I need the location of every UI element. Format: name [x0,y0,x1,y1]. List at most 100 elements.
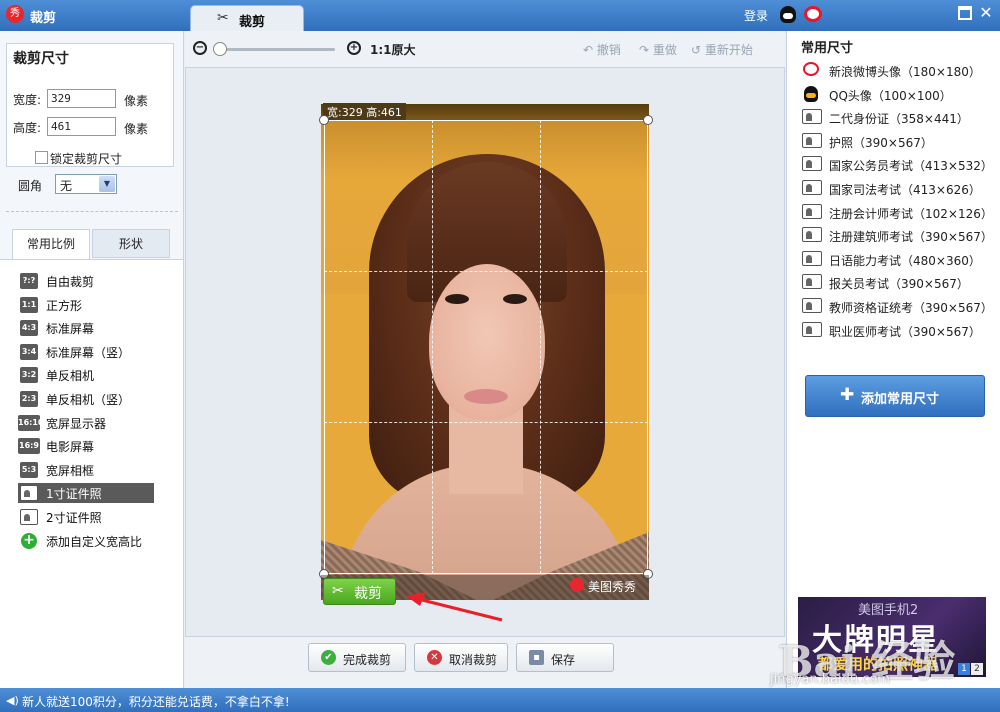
crop-rectangle[interactable] [324,120,648,574]
ratio-item-label: 添加自定义宽高比 [46,534,143,549]
ratio-item-label: 宽屏相框 [46,463,95,478]
save-label: 保存 [551,653,576,667]
chevron-down-icon[interactable]: ▼ [99,176,115,192]
ratio-icon: 16:10 [18,414,43,431]
id-photo-icon [802,203,822,219]
height-input[interactable]: 461 [47,117,116,136]
preset-size-label: 护照（390×567） [829,135,933,150]
crop-size-title: 裁剪尺寸 [13,51,69,67]
preset-size-item[interactable]: 报关员考试（390×567） [800,273,990,293]
preset-size-label: QQ头像（100×100） [829,88,952,103]
ratio-item[interactable]: + 添加自定义宽高比 [18,531,154,551]
ratio-icon: ?:? [20,273,38,289]
app-title: 裁剪 [30,11,57,26]
scissors-icon: ✂ [332,583,344,599]
width-unit: 像素 [124,94,149,108]
crop-dimension-label: 宽:329 高:461 [323,103,406,121]
ratio-icon: 3:4 [20,343,38,360]
finish-crop-button[interactable]: ✔ 完成裁剪 [308,643,406,672]
ratio-item[interactable]: 3:4 标准屏幕（竖） [18,342,154,362]
qq-login-icon[interactable] [780,6,796,23]
id-photo-icon [802,109,822,125]
ratio-item[interactable]: 4:3 标准屏幕 [18,318,154,338]
ad-page-2[interactable]: 2 [971,663,983,675]
finish-crop-label: 完成裁剪 [343,653,392,667]
ratio-item[interactable]: 3:2 单反相机 [18,365,154,385]
tab-crop[interactable]: ✂ 裁剪 [190,5,304,31]
lock-size-label[interactable]: 锁定裁剪尺寸 [50,150,122,167]
check-icon: ✔ [321,650,336,665]
preset-size-item[interactable]: 新浪微博头像（180×180） [800,61,990,81]
right-panel [786,31,1000,688]
redo-label: 重做 [652,43,677,57]
ratio-item[interactable]: ?:? 自由裁剪 [18,271,154,291]
preset-size-item[interactable]: 职业医师考试（390×567） [800,321,990,341]
login-link[interactable]: 登录 [744,7,768,24]
undo-button[interactable]: ↶ 撤销 [583,41,621,58]
cancel-crop-button[interactable]: ✕ 取消裁剪 [414,643,508,672]
crop-size-box: 裁剪尺寸 宽度: 329 像素 高度: 461 像素 锁定裁剪尺寸 [6,43,174,167]
id-photo-icon [802,274,822,290]
ratio-item[interactable]: 16:9 电影屏幕 [18,436,154,456]
width-input[interactable]: 329 [47,89,116,108]
ad-page-1[interactable]: 1 [958,663,970,675]
zoom-original-button[interactable]: 1:1原大 [370,41,416,58]
preset-size-item[interactable]: 注册会计师考试（102×126） [800,203,993,223]
close-button[interactable]: ✕ [979,5,993,21]
ratio-item[interactable]: 1寸证件照 [18,483,154,504]
weibo-login-icon[interactable] [804,6,822,22]
ratio-icon: 16:9 [18,438,40,455]
preset-size-item[interactable]: 二代身份证（358×441） [800,108,990,128]
lock-size-checkbox[interactable] [35,151,48,164]
preset-size-item[interactable]: 注册建筑师考试（390×567） [800,226,993,246]
ratio-icon: 4:3 [20,320,38,337]
plus-icon: ✚ [840,385,855,405]
ratio-item[interactable]: 1:1 正方形 [18,295,154,315]
zoom-slider-thumb[interactable] [213,42,227,56]
tab-shape[interactable]: 形状 [92,229,170,258]
id-photo-icon [20,509,38,525]
preset-size-label: 注册建筑师考试（390×567） [829,230,993,245]
ratio-item[interactable]: 16:10 宽屏显示器 [18,413,154,433]
maximize-button[interactable] [958,6,972,20]
zoom-out-icon[interactable]: − [193,41,207,55]
id-photo-icon [20,485,38,502]
status-message[interactable]: 新人就送100积分，积分还能兑话费，不拿白不拿! [22,693,290,710]
preset-size-item[interactable]: 护照（390×567） [800,132,990,152]
corner-radius-label: 圆角 [18,179,43,193]
ratio-icon: 1:1 [20,296,38,313]
ratio-item-label: 标准屏幕 [46,322,95,337]
preset-size-item[interactable]: 国家公务员考试（413×532） [800,155,993,175]
preset-size-item[interactable]: QQ头像（100×100） [800,85,990,105]
crop-handle-top-left[interactable] [319,115,329,125]
preset-size-label: 报关员考试（390×567） [829,277,969,292]
ratio-item[interactable]: 2:3 单反相机（竖） [18,389,154,409]
preset-size-item[interactable]: 日语能力考试（480×360） [800,250,990,270]
crop-handle-top-right[interactable] [643,115,653,125]
zoom-slider[interactable] [215,48,335,51]
preset-size-item[interactable]: 教师资格证统考（390×567） [800,297,993,317]
photo-watermark: 美图秀秀 [588,580,637,594]
zoom-in-icon[interactable]: + [347,41,361,55]
height-unit: 像素 [124,122,149,136]
preset-size-item[interactable]: 国家司法考试（413×626） [800,179,990,199]
preset-size-label: 新浪微博头像（180×180） [829,65,981,79]
common-sizes-title: 常用尺寸 [801,41,854,56]
save-button[interactable]: ▪ 保存 [516,643,614,672]
redo-button[interactable]: ↷ 重做 [639,41,677,58]
corner-radius-select[interactable]: 无 ▼ [55,174,117,194]
id-photo-icon [802,250,822,266]
ratio-item[interactable]: 2寸证件照 [18,507,154,527]
grid-line [432,120,433,574]
cancel-icon: ✕ [427,650,442,665]
crop-button[interactable]: ✂ 裁剪 [323,578,396,605]
ratio-item[interactable]: 5:3 宽屏相框 [18,460,154,480]
tab-common-ratio[interactable]: 常用比例 [12,229,90,259]
restart-button[interactable]: ↺ 重新开始 [691,41,753,58]
add-common-size-button[interactable]: ✚ 添加常用尺寸 [805,375,985,417]
ratio-item-label: 正方形 [46,298,83,313]
qq-icon [804,85,818,102]
watermark-logo-icon [570,578,584,592]
weibo-icon [803,62,819,76]
preset-size-label: 教师资格证统考（390×567） [829,301,993,315]
